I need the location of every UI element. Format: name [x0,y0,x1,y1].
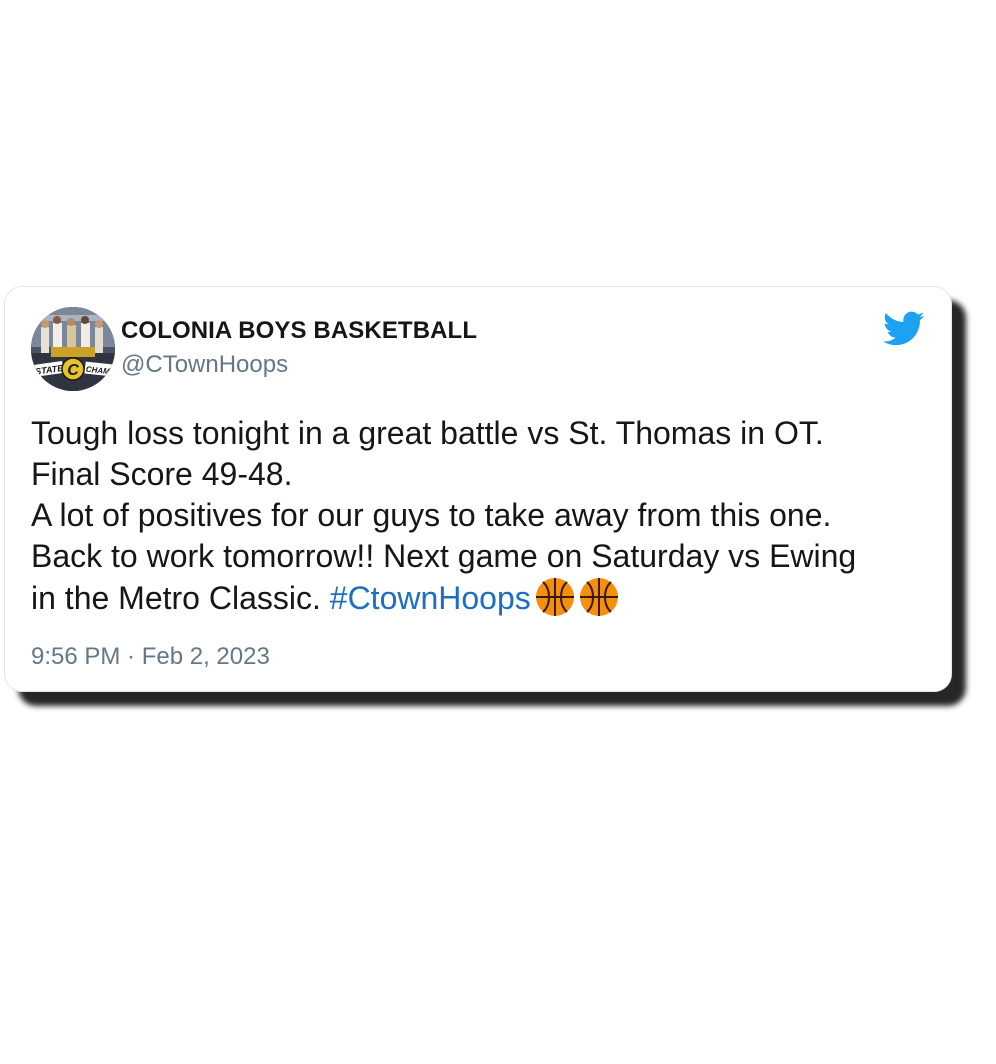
tweet-card: STATE C CHAMP COLONIA BOYS BASKETBALL @C… [4,286,952,692]
avatar-text-center: C [67,362,79,379]
tweet-text-last-line: in the Metro Classic. #CtownHoops [31,577,941,619]
twitter-bird-icon[interactable] [883,311,925,347]
hashtag-link[interactable]: #CtownHoops [330,580,531,616]
avatar-image: STATE C CHAMP [31,307,115,391]
basketball-emoji [535,577,575,617]
tweet-text-line: in the Metro Classic. [31,580,330,616]
tweet-timestamp[interactable]: 9:56 PM · Feb 2, 2023 [31,643,270,671]
basketball-emoji [579,577,619,617]
tweet-text-line: Back to work tomorrow!! Next game on Sat… [31,538,857,574]
tweet-text-line: Tough loss tonight in a great battle vs … [31,415,824,451]
author-name[interactable]: COLONIA BOYS BASKETBALL [121,317,477,345]
profile-avatar[interactable]: STATE C CHAMP [31,307,115,391]
tweet-text-line: A lot of positives for our guys to take … [31,497,832,533]
tweet-text: Tough loss tonight in a great battle vs … [31,413,941,619]
author-handle[interactable]: @CTownHoops [121,351,288,379]
tweet-text-line: Final Score 49-48. [31,456,293,492]
